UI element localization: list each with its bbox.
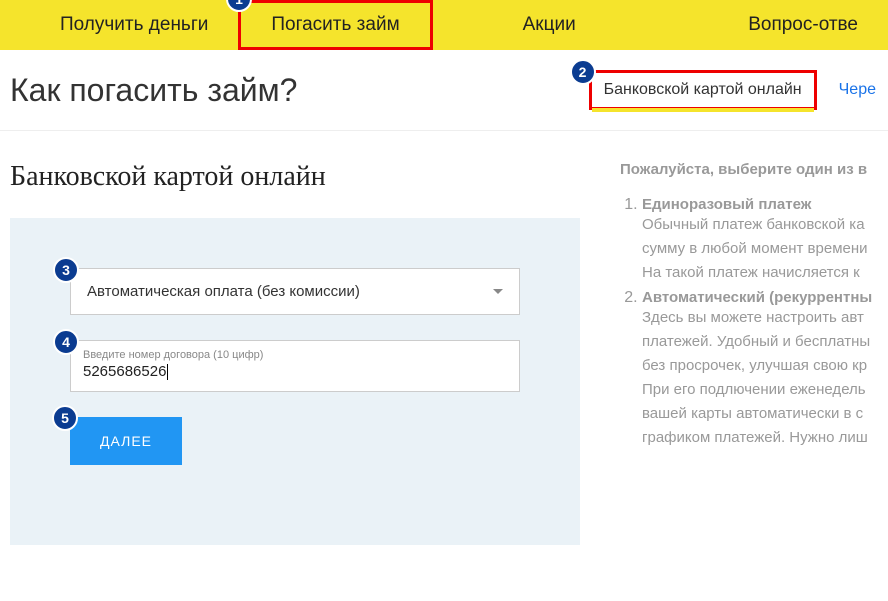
instruction-item-1: Единоразовый платеж Обычный платеж банко… [642, 196, 878, 285]
instructions-panel: Пожалуйста, выберите один из в Единоразо… [620, 161, 878, 545]
payment-type-select[interactable]: 3 Автоматическая оплата (без комиссии) [70, 268, 520, 315]
instr-item-title: Единоразовый платеж [642, 196, 878, 213]
tab-bank-card-online[interactable]: 2 Банковской картой онлайн [589, 70, 817, 110]
section-title: Банковской картой онлайн [10, 161, 580, 193]
top-navigation: 1 Получить деньги Погасить займ Акции Во… [0, 0, 888, 50]
tab-label: Банковской картой онлайн [604, 81, 802, 98]
instructions-list: Единоразовый платеж Обычный платеж банко… [620, 196, 878, 450]
step-badge-3: 3 [53, 257, 79, 283]
step-badge-4: 4 [53, 329, 79, 355]
text-cursor [167, 364, 168, 380]
left-column: Банковской картой онлайн 3 Автоматическа… [10, 161, 580, 545]
nav-promo[interactable]: Акции [493, 0, 606, 50]
main-content: Банковской картой онлайн 3 Автоматическа… [0, 131, 888, 545]
instr-item-text: Обычный платеж банковской ка сумму в люб… [642, 213, 878, 285]
select-value: Автоматическая оплата (без комиссии) [87, 283, 360, 300]
contract-number-field[interactable]: 4 Введите номер договора (10 цифр) 52656… [70, 340, 520, 392]
instructions-title: Пожалуйста, выберите один из в [620, 161, 878, 178]
tab-next-partial[interactable]: Чере [827, 73, 888, 107]
payment-form: 3 Автоматическая оплата (без комиссии) 4… [10, 218, 580, 545]
instr-item-text: Здесь вы можете настроить авт платежей. … [642, 306, 878, 450]
page-title: Как погасить займ? [10, 72, 589, 109]
nav-get-money[interactable]: Получить деньги [30, 0, 238, 50]
instruction-item-2: Автоматический (рекуррентны Здесь вы мож… [642, 289, 878, 450]
instr-item-title: Автоматический (рекуррентны [642, 289, 878, 306]
step-badge-5: 5 [52, 405, 78, 431]
contract-number-input[interactable]: 5265686526 [83, 363, 168, 380]
subtitle-bar: Как погасить займ? 2 Банковской картой о… [0, 50, 888, 131]
nav-faq[interactable]: Вопрос-отве [718, 0, 858, 50]
tab-area: 2 Банковской картой онлайн Чере [589, 70, 888, 110]
submit-button[interactable]: ДАЛЕЕ [70, 417, 182, 465]
step-badge-2: 2 [570, 59, 596, 85]
input-label: Введите номер договора (10 цифр) [83, 349, 507, 361]
chevron-down-icon [493, 289, 503, 294]
nav-repay-loan[interactable]: Погасить займ [238, 0, 432, 50]
